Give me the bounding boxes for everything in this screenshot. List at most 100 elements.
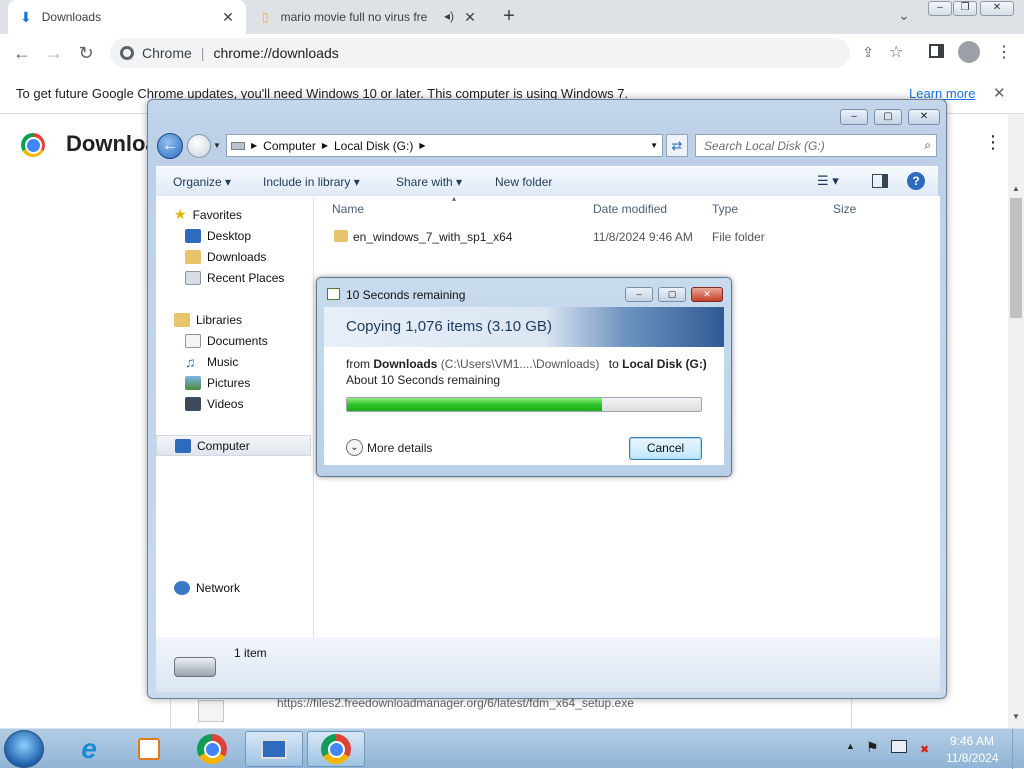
view-icon[interactable]: ☰ ▾	[817, 173, 839, 189]
network-icon	[174, 580, 190, 595]
column-header-type[interactable]: Type	[712, 202, 738, 216]
from-label: from	[346, 357, 370, 371]
start-button[interactable]	[4, 730, 44, 768]
breadcrumb-computer[interactable]: Computer	[263, 139, 316, 153]
copy-icon	[327, 288, 340, 300]
share-with-button[interactable]: Share with ▾	[396, 175, 462, 189]
audio-icon[interactable]: ◂)	[444, 9, 454, 23]
tab-strip: ⬇ Downloads ✕ ▯ mario movie full no viru…	[0, 0, 1024, 34]
share-icon[interactable]: ⇪	[862, 44, 874, 61]
download-card: https://files2.freedownloadmanager.org/6…	[170, 696, 852, 728]
bookmark-star-icon[interactable]: ☆	[889, 42, 903, 62]
profile-avatar[interactable]	[958, 41, 980, 63]
back-icon[interactable]: ←	[157, 133, 183, 159]
preview-pane-icon[interactable]	[872, 174, 888, 188]
nav-network[interactable]: Network	[174, 577, 240, 598]
action-center-flag-icon[interactable]: ⚑	[866, 739, 879, 756]
nav-videos[interactable]: Videos	[185, 393, 243, 414]
taskbar-explorer-icon[interactable]	[245, 731, 303, 767]
column-header-date[interactable]: Date modified	[593, 202, 667, 216]
table-row[interactable]: en_windows_7_with_sp1_x64 11/8/2024 9:46…	[332, 229, 932, 247]
nav-pictures[interactable]: Pictures	[185, 372, 250, 393]
close-window-button[interactable]: ✕	[980, 1, 1014, 16]
address-bar[interactable]: ▶ Computer ▶ Local Disk (G:) ▶ ▼	[226, 134, 663, 157]
tab-search-icon[interactable]: ⌄	[894, 7, 914, 27]
scroll-up-icon[interactable]: ▲	[1012, 184, 1020, 193]
dialog-minimize-button[interactable]: –	[625, 287, 653, 302]
page-scrollbar[interactable]: ▲ ▼	[1008, 114, 1024, 728]
column-header-size[interactable]: Size	[833, 202, 856, 216]
recent-pages-icon[interactable]: ▼	[213, 141, 221, 150]
side-panel-icon[interactable]	[929, 44, 944, 58]
minimize-button[interactable]: –	[928, 1, 952, 16]
scroll-down-icon[interactable]: ▼	[1012, 712, 1020, 721]
nav-music[interactable]: ♫ Music	[185, 351, 238, 372]
infobar-close-icon[interactable]: ✕	[993, 84, 1006, 102]
nav-favorites[interactable]: ★ Favorites	[174, 204, 242, 225]
row-name: en_windows_7_with_sp1_x64	[353, 230, 513, 244]
close-icon[interactable]: ✕	[220, 9, 236, 25]
column-header-name[interactable]: Name	[332, 202, 364, 216]
clock-time[interactable]: 9:46 AM	[950, 734, 994, 748]
taskbar-chrome-active-icon[interactable]	[307, 731, 365, 767]
explorer-close-button[interactable]: ✕	[908, 109, 940, 125]
network-tray-icon[interactable]	[891, 740, 907, 753]
close-icon[interactable]: ✕	[462, 9, 478, 25]
chevron-right-icon[interactable]: ▶	[251, 141, 257, 150]
drive-icon	[174, 657, 216, 677]
organize-button[interactable]: Organize ▾	[173, 175, 231, 189]
breadcrumb-local-disk[interactable]: Local Disk (G:)	[334, 139, 413, 153]
scroll-thumb[interactable]	[1010, 198, 1022, 318]
dialog-maximize-button[interactable]: ▢	[658, 287, 686, 302]
item-count: 1 item	[234, 646, 267, 660]
libraries-icon	[174, 312, 190, 327]
back-icon[interactable]: ←	[11, 42, 33, 64]
taskbar-media-player-icon[interactable]	[120, 731, 178, 767]
chevron-right-icon[interactable]: ▶	[419, 141, 425, 150]
reload-icon[interactable]: ↻	[75, 42, 97, 64]
clock-date[interactable]: 11/8/2024	[946, 751, 999, 765]
more-details-label: More details	[367, 440, 433, 455]
to-name[interactable]: Local Disk (G:)	[622, 357, 707, 371]
nav-recent-places[interactable]: Recent Places	[185, 267, 284, 288]
forward-icon[interactable]: →	[43, 42, 65, 64]
show-desktop-button[interactable]	[1012, 729, 1024, 769]
taskbar-ie-icon[interactable]: e	[60, 731, 118, 767]
page-menu-icon[interactable]: ⋮	[984, 132, 1002, 153]
address-dropdown-icon[interactable]: ▼	[650, 141, 658, 150]
omnibox[interactable]: Chrome | chrome://downloads ⇪	[110, 38, 874, 68]
refresh-icon[interactable]: ⇄	[666, 134, 688, 157]
nav-libraries[interactable]: Libraries	[174, 309, 242, 330]
restore-button[interactable]: ❐	[953, 1, 977, 16]
taskbar-chrome-icon[interactable]	[183, 731, 241, 767]
new-folder-button[interactable]: New folder	[495, 175, 552, 189]
tray-overflow-icon[interactable]: ▲	[846, 741, 855, 751]
chevron-right-icon[interactable]: ▶	[322, 141, 328, 150]
row-date: 11/8/2024 9:46 AM	[593, 230, 693, 244]
more-details-toggle[interactable]: ⌄ More details	[346, 439, 432, 456]
new-tab-button[interactable]: +	[498, 5, 520, 27]
from-name[interactable]: Downloads	[373, 357, 437, 371]
search-input[interactable]: Search Local Disk (G:) ⌕	[695, 134, 937, 157]
command-bar: Organize ▾ Include in library ▾ Share wi…	[156, 166, 938, 196]
copy-progress-bar	[346, 397, 702, 412]
nav-downloads[interactable]: Downloads	[185, 246, 266, 267]
search-icon[interactable]: ⌕	[924, 138, 931, 153]
include-in-library-button[interactable]: Include in library ▾	[263, 175, 360, 189]
nav-desktop[interactable]: Desktop	[185, 225, 251, 246]
chevron-down-icon: ⌄	[346, 439, 363, 456]
explorer-maximize-button[interactable]: ▢	[874, 109, 902, 125]
help-icon[interactable]: ?	[907, 172, 925, 190]
nav-computer[interactable]: Computer	[156, 435, 311, 456]
nav-documents[interactable]: Documents	[185, 330, 268, 351]
cancel-button[interactable]: Cancel	[629, 437, 702, 460]
chrome-logo-icon	[21, 133, 45, 157]
forward-icon[interactable]	[187, 134, 211, 158]
file-icon	[198, 700, 224, 722]
tab-downloads[interactable]: ⬇ Downloads ✕	[8, 0, 246, 34]
dialog-close-button[interactable]: ✕	[691, 287, 723, 302]
omnibox-scheme-label: Chrome	[142, 45, 192, 61]
explorer-minimize-button[interactable]: –	[840, 109, 868, 125]
tab-mario[interactable]: ▯ mario movie full no virus fre ◂) ✕	[250, 0, 488, 34]
menu-icon[interactable]: ⋮	[996, 42, 1012, 62]
